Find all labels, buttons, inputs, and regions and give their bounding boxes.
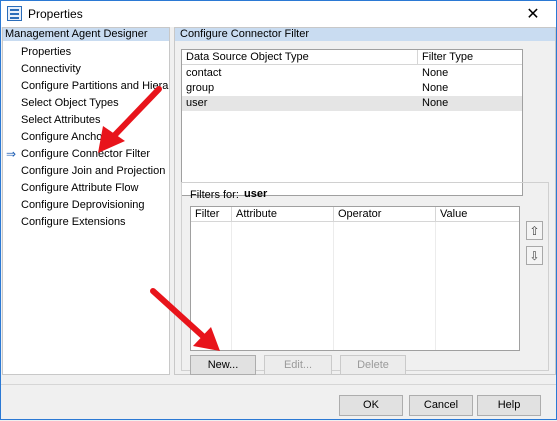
nav-item[interactable]: Configure Deprovisioning: [3, 197, 169, 214]
nav-item[interactable]: ⇒ Configure Connector Filter: [3, 146, 169, 163]
filter-table[interactable]: Filter Attribute Operator Value: [190, 206, 520, 351]
nav-item[interactable]: Configure Attribute Flow: [3, 180, 169, 197]
column-header-attribute[interactable]: Attribute: [232, 207, 334, 222]
connector-filter-header: Configure Connector Filter: [175, 28, 555, 41]
nav-item-label: Connectivity: [21, 63, 81, 75]
help-button[interactable]: Help: [477, 395, 541, 416]
column-divider: [231, 222, 232, 350]
column-header-filter[interactable]: Filter: [191, 207, 232, 222]
nav-item[interactable]: Select Attributes: [3, 112, 169, 129]
object-type-cell: group: [186, 82, 215, 94]
filter-type-cell: None: [422, 67, 449, 79]
nav-item-label: Select Attributes: [21, 114, 101, 126]
table-row[interactable]: user None: [182, 96, 522, 111]
title-bar: Properties ✕: [1, 1, 556, 27]
nav-item[interactable]: Select Object Types: [3, 95, 169, 112]
column-divider: [435, 222, 436, 350]
object-types-table[interactable]: Data Source Object Type Filter Type cont…: [181, 49, 523, 196]
filter-type-cell: None: [422, 82, 449, 94]
column-header-filter-type[interactable]: Filter Type: [418, 50, 524, 65]
column-header-value[interactable]: Value: [436, 207, 521, 222]
properties-app-icon: [7, 6, 22, 21]
column-header-operator[interactable]: Operator: [334, 207, 436, 222]
filters-for-label: Filters for:: [190, 189, 239, 201]
nav-item-label: Configure Attribute Flow: [21, 182, 139, 194]
filters-group: Filters for: user Filter Attribute Opera…: [181, 182, 549, 375]
nav-item-label: Configure Join and Projection Rules: [21, 165, 169, 177]
nav-item[interactable]: Configure Anchors: [3, 129, 169, 146]
table-row[interactable]: contact None: [182, 66, 522, 81]
object-types-header-row: Data Source Object Type Filter Type: [182, 50, 522, 65]
nav-item[interactable]: Configure Join and Projection Rules: [3, 163, 169, 180]
nav-item[interactable]: Configure Extensions: [3, 214, 169, 231]
nav-item-label: Configure Extensions: [21, 216, 126, 228]
nav-item[interactable]: Connectivity: [3, 61, 169, 78]
designer-nav-list: Properties Connectivity Configure Partitio…: [3, 44, 169, 231]
nav-item-label: Configure Connector Filter: [21, 148, 151, 160]
table-row[interactable]: group None: [182, 81, 522, 96]
ok-button[interactable]: OK: [339, 395, 403, 416]
nav-item-label: Configure Anchors: [21, 131, 112, 143]
object-type-cell: user: [186, 97, 208, 109]
window-title: Properties: [28, 7, 83, 21]
current-step-arrow-icon: ⇒: [6, 147, 17, 161]
cancel-button[interactable]: Cancel: [409, 395, 473, 416]
object-type-cell: contact: [186, 67, 222, 79]
connector-filter-pane: Configure Connector Filter Data Source O…: [174, 27, 556, 375]
nav-item[interactable]: Configure Partitions and Hierarchies: [3, 78, 169, 95]
designer-nav-pane: Management Agent Designer Properties Conn…: [2, 27, 170, 375]
close-icon: ✕: [526, 6, 540, 23]
nav-item-label: Configure Deprovisioning: [21, 199, 145, 211]
designer-nav-header: Management Agent Designer: [3, 28, 169, 41]
properties-window: Properties ✕ Management Agent Designer P…: [0, 0, 557, 420]
column-header-object-type[interactable]: Data Source Object Type: [182, 50, 418, 65]
edit-filter-button[interactable]: Edit...: [264, 355, 332, 375]
column-divider: [333, 222, 334, 350]
nav-item-label: Select Object Types: [21, 97, 119, 109]
nav-item[interactable]: Properties: [3, 44, 169, 61]
filter-type-cell: None: [422, 97, 449, 109]
move-down-button[interactable]: ⇩: [526, 246, 543, 265]
filter-table-header-row: Filter Attribute Operator Value: [191, 207, 519, 222]
move-up-button[interactable]: ⇧: [526, 221, 543, 240]
nav-item-label: Configure Partitions and Hierarchies: [21, 80, 169, 92]
arrow-up-icon: ⇧: [529, 223, 540, 238]
close-button[interactable]: ✕: [510, 1, 556, 27]
arrow-down-icon: ⇩: [529, 248, 540, 263]
nav-item-label: Properties: [21, 46, 72, 58]
delete-filter-button[interactable]: Delete: [340, 355, 406, 375]
filters-for-value: user: [244, 188, 268, 200]
new-filter-button[interactable]: New...: [190, 355, 256, 375]
dialog-button-bar: OK Cancel Help: [1, 384, 556, 420]
